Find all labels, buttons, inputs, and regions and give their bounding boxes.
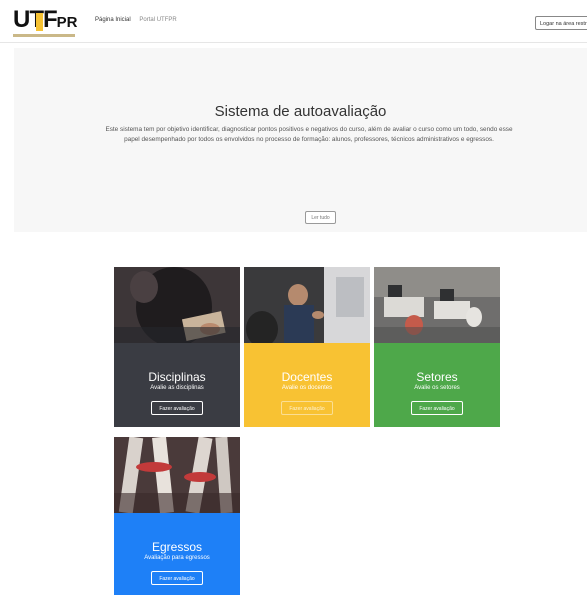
hero-description: Este sistema tem por objetivo identifica… <box>105 126 513 143</box>
card-subtitle: Avalie os setores <box>414 385 460 391</box>
setores-panel: Setores Avalie os setores Fazer avaliaçã… <box>374 343 500 427</box>
login-button[interactable]: Logar na área restrita <box>535 16 587 30</box>
card-title: Egressos <box>151 540 203 554</box>
card-egressos: Egressos Avaliação para egressos Fazer a… <box>114 437 240 595</box>
card-title: Setores <box>416 370 458 384</box>
logo-subtitle-bar <box>13 34 75 37</box>
hero-jumbotron: Sistema de autoavaliação Este sistema te… <box>14 48 587 232</box>
utfpr-logo[interactable]: UTFPR <box>13 6 78 39</box>
evaluate-setores-button[interactable]: Fazer avaliação <box>411 401 463 415</box>
card-subtitle: Avalie os docentes <box>281 385 333 391</box>
read-more-button[interactable]: Ler tudo <box>305 211 336 224</box>
top-navbar: UTFPR Página Inicial Portal UTFPR Logar … <box>0 0 587 43</box>
disciplinas-photo <box>114 267 240 343</box>
nav-portal-link[interactable]: Portal UTFPR <box>139 17 176 23</box>
evaluate-disciplinas-button[interactable]: Fazer avaliação <box>151 401 203 415</box>
docentes-photo <box>244 267 370 343</box>
egressos-photo <box>114 437 240 513</box>
card-disciplinas: Disciplinas Avalie as disciplinas Fazer … <box>114 267 240 427</box>
card-docentes: Docentes Avalie os docentes Fazer avalia… <box>244 267 370 427</box>
evaluate-docentes-button[interactable]: Fazer avaliação <box>281 401 333 415</box>
card-subtitle: Avaliação para egressos <box>144 555 210 561</box>
evaluate-egressos-button[interactable]: Fazer avaliação <box>151 571 203 585</box>
nav-home-link[interactable]: Página Inicial <box>95 17 131 23</box>
nav-links: Página Inicial Portal UTFPR <box>95 17 184 23</box>
setores-photo <box>374 267 500 343</box>
disciplinas-panel: Disciplinas Avalie as disciplinas Fazer … <box>114 343 240 427</box>
card-setores: Setores Avalie os setores Fazer avaliaçã… <box>374 267 500 427</box>
logo-accent <box>36 13 43 31</box>
card-title: Disciplinas <box>148 370 206 384</box>
logo-wordmark: UTFPR <box>13 6 78 33</box>
card-title: Docentes <box>281 370 333 384</box>
egressos-panel: Egressos Avaliação para egressos Fazer a… <box>114 513 240 595</box>
page-title: Sistema de autoavaliação <box>214 103 387 120</box>
card-subtitle: Avalie as disciplinas <box>150 385 204 391</box>
docentes-panel: Docentes Avalie os docentes Fazer avalia… <box>244 343 370 427</box>
